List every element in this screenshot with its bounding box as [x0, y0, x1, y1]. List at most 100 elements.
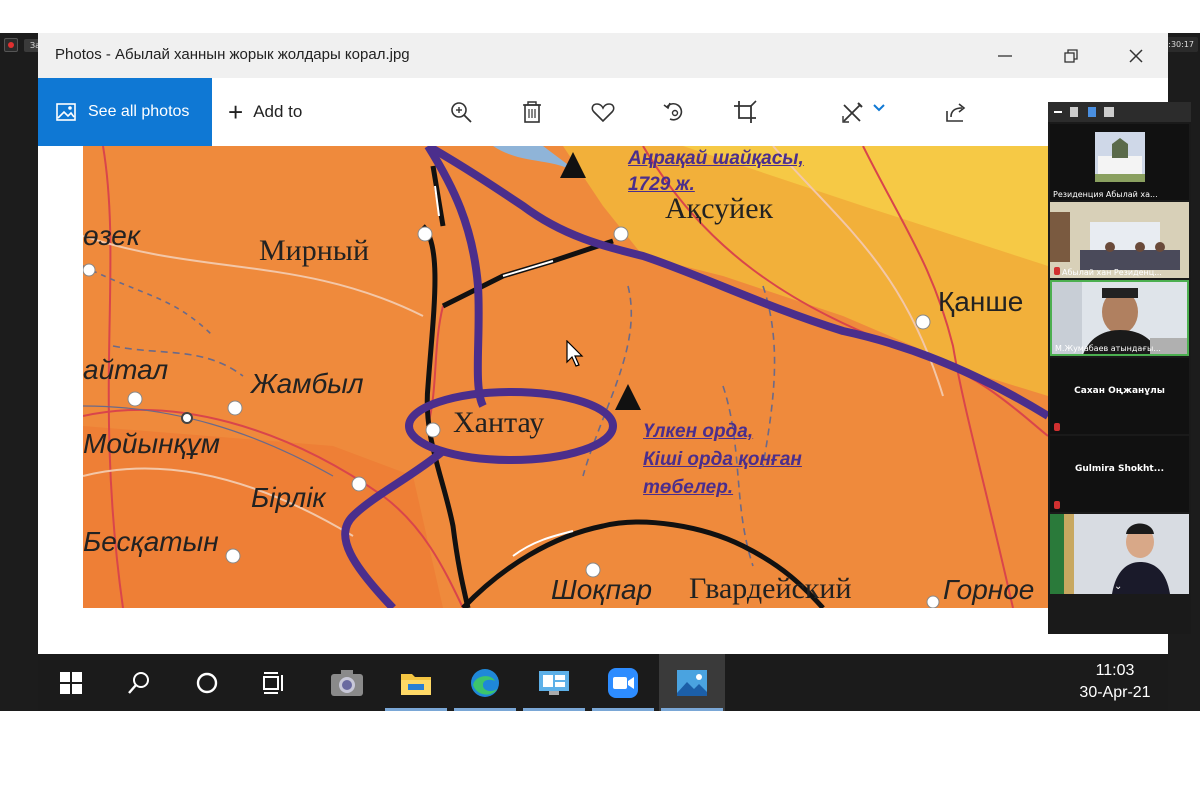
crop-button[interactable]: [730, 97, 760, 127]
speaker-view-icon[interactable]: [1070, 107, 1078, 117]
delete-button[interactable]: [517, 97, 547, 127]
task-view-button[interactable]: [242, 654, 308, 711]
window-title: Photos - Абылай ханнын жорык жолдары кор…: [55, 46, 410, 63]
restore-button[interactable]: [1056, 41, 1086, 71]
trash-icon: [523, 101, 541, 123]
cortana-button[interactable]: [174, 654, 240, 711]
annotation-battle-line-1: Аңрақай шайқасы,: [628, 148, 804, 169]
place-label: айтал: [83, 354, 169, 385]
gallery-view-icon[interactable]: [1104, 107, 1114, 117]
taskbar-clock[interactable]: 11:03 30-Apr-21: [1070, 660, 1160, 704]
place-label: Гвардейский: [689, 572, 852, 605]
monitor-app-icon: [539, 670, 569, 695]
annotation-horde-line-1: Үлкен орда,: [643, 421, 754, 442]
start-button[interactable]: [38, 654, 104, 711]
video-camera-icon: [608, 667, 638, 698]
taskbar-control-panel[interactable]: [521, 654, 587, 711]
edge-icon: [471, 668, 499, 697]
chevron-down-icon[interactable]: ⌄: [1114, 581, 1122, 592]
task-view-icon: [263, 671, 283, 694]
camera-icon: [331, 669, 363, 696]
place-label: Ақсуйек: [665, 192, 774, 225]
clock-date: 30-Apr-21: [1079, 684, 1151, 701]
plus-icon: +: [228, 96, 244, 127]
participant-name-centered: Сахан Оңжанұлы: [1074, 386, 1165, 396]
participant-tile[interactable]: Gulmira Shokht...: [1050, 436, 1189, 512]
photos-window: Photos - Абылай ханнын жорык жолдары кор…: [38, 33, 1168, 654]
rotate-icon: [663, 102, 683, 121]
zoom-button[interactable]: [446, 97, 476, 127]
zoom-in-icon: [451, 102, 472, 123]
close-icon: [1129, 49, 1143, 63]
taskbar-zoom-app[interactable]: [590, 654, 656, 711]
favorite-button[interactable]: [588, 97, 618, 127]
taskbar-file-explorer[interactable]: [383, 654, 449, 711]
annotation-horde-line-3: төбелер.: [643, 477, 734, 498]
annotation-horde-line-2: Кіші орда қонған: [643, 449, 802, 470]
photos-app-icon: [677, 669, 707, 696]
participant-video: [1050, 124, 1189, 200]
muted-mic-icon: [1054, 501, 1060, 509]
panel-header: [1048, 102, 1191, 122]
annotation-battle: Аңрақай шайқасы, 1729 ж.: [628, 146, 804, 198]
participant-tile[interactable]: Абылай хан Резиденц...: [1050, 202, 1189, 278]
active-speaker-tile[interactable]: М.Жумабаев атындағы...: [1050, 280, 1189, 356]
add-to-button[interactable]: + Add to: [228, 78, 302, 146]
participant-name: М.Жумабаев атындағы...: [1055, 344, 1161, 353]
place-label: Шоқпар: [551, 574, 653, 605]
participant-tile[interactable]: Резиденция Абылай ха...: [1050, 124, 1189, 200]
clock-time: 11:03: [1095, 662, 1135, 679]
edit-create-button[interactable]: [833, 97, 893, 127]
mouse-cursor-icon: [566, 340, 584, 367]
screen-capture: Запись... 00:30:17 Photos - Абылай ханны…: [0, 33, 1200, 711]
place-label: Бесқатын: [83, 526, 219, 557]
place-label: Бірлік: [251, 482, 326, 513]
place-label: Жамбыл: [251, 368, 364, 399]
place-label: Мирный: [259, 234, 369, 267]
edit-icon: [842, 102, 863, 123]
heart-icon: [591, 103, 615, 123]
video-participants-panel: Резиденция Абылай ха... Абылай хан Резид…: [1048, 102, 1191, 634]
record-icon: [4, 38, 18, 52]
taskbar-search-button[interactable]: [106, 654, 172, 711]
photo-toolbar: See all photos + Add to: [38, 78, 1168, 146]
see-all-photos-label: See all photos: [88, 103, 190, 120]
place-label: Қанше: [938, 286, 1024, 317]
minimize-panel-icon[interactable]: [1054, 111, 1062, 113]
taskbar: 11:03 30-Apr-21: [38, 654, 1168, 711]
muted-mic-icon: [1054, 267, 1060, 275]
place-label: өзек: [83, 220, 141, 251]
place-label: Горное: [943, 574, 1035, 605]
participant-name: Резиденция Абылай ха...: [1053, 190, 1158, 199]
see-all-photos-button[interactable]: See all photos: [38, 78, 212, 146]
participant-video: [1050, 202, 1189, 278]
participant-name: Абылай хан Резиденц...: [1062, 268, 1162, 277]
rotate-button[interactable]: [659, 97, 689, 127]
participant-name-centered: Gulmira Shokht...: [1074, 464, 1164, 474]
annotation-horde: Үлкен орда, Кіші орда қонған төбелер.: [643, 418, 802, 502]
taskbar-photos-app[interactable]: [659, 654, 725, 711]
place-label: Мойынқұм: [83, 428, 220, 459]
share-button[interactable]: [941, 97, 971, 127]
share-icon: [946, 103, 966, 122]
chevron-down-icon: [873, 104, 885, 112]
participant-tile[interactable]: Сахан Оңжанұлы: [1050, 358, 1189, 434]
close-button[interactable]: [1121, 41, 1151, 71]
participant-tile[interactable]: ⌄: [1050, 514, 1189, 594]
minimize-button[interactable]: [990, 41, 1020, 71]
taskbar-edge-browser[interactable]: [452, 654, 518, 711]
title-bar: Photos - Абылай ханнын жорык жолдары кор…: [38, 33, 1168, 78]
restore-icon: [1064, 49, 1078, 63]
map-drawing: [83, 146, 1048, 608]
crop-icon: [734, 100, 757, 123]
taskbar-camera-app[interactable]: [314, 654, 380, 711]
strip-view-icon[interactable]: [1088, 107, 1096, 117]
minimize-icon: [998, 55, 1012, 57]
place-label: Хантау: [453, 406, 545, 439]
windows-icon: [60, 671, 82, 694]
add-to-label: Add to: [253, 102, 303, 121]
search-icon: [128, 671, 149, 694]
cortana-circle-icon: [196, 672, 218, 693]
map-image: Аңрақай шайқасы, 1729 ж. Үлкен орда, Кіш…: [83, 146, 1048, 608]
photos-icon: [56, 103, 76, 121]
